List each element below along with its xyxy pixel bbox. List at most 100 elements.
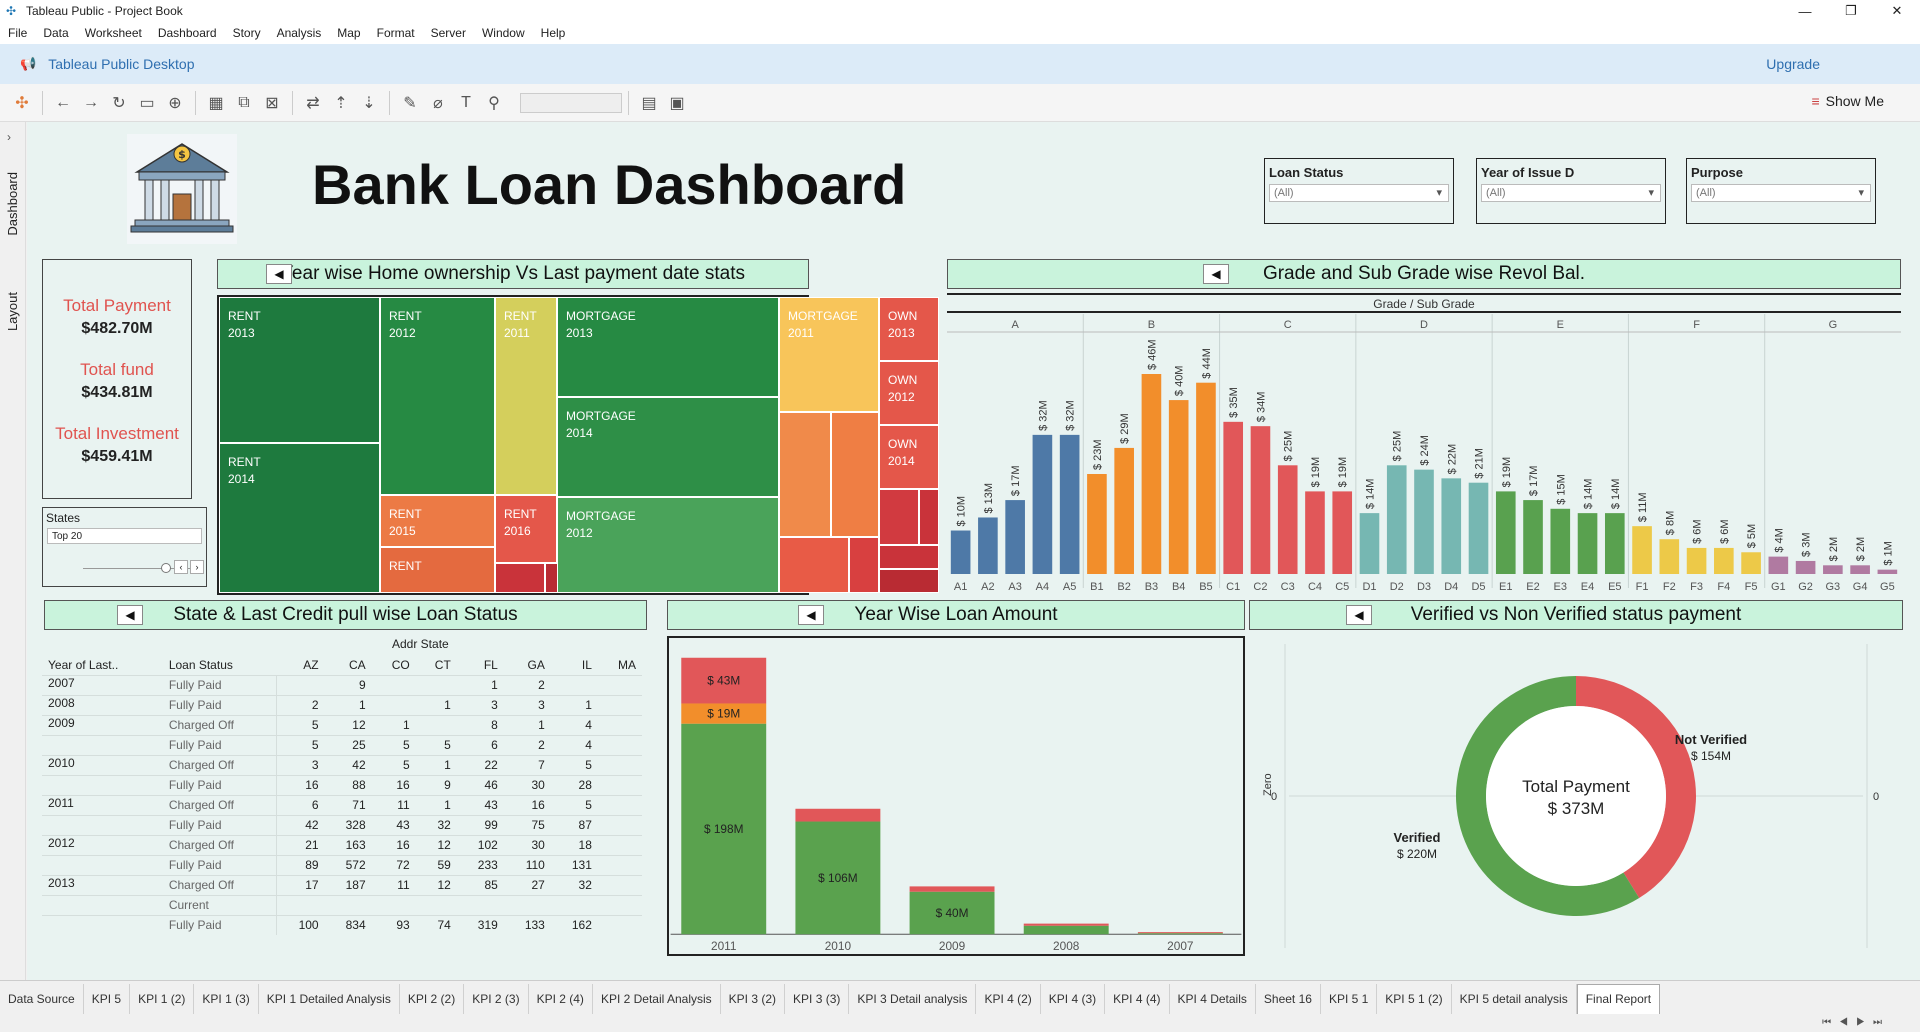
sheet-tab[interactable]: KPI 1 (2) (130, 983, 195, 1014)
treemap-cell[interactable]: RENT 2013 (219, 297, 380, 443)
show-cards-icon[interactable]: ▤ (635, 89, 663, 117)
close-icon[interactable]: ✕ (1874, 0, 1920, 22)
table-row[interactable]: 2012 Charged Off 21 163 16 12 102 30 18 (42, 834, 642, 855)
treemap-cell[interactable]: MORTGAGE 2011 (779, 297, 879, 412)
table-row[interactable]: 2011 Charged Off 6 71 11 1 43 16 5 (42, 794, 642, 815)
bar-E5[interactable] (1604, 513, 1625, 574)
bar-F1[interactable] (1632, 526, 1652, 574)
group-icon[interactable]: ⌀ (424, 89, 452, 117)
treemap-cell[interactable]: RENT 2014 (219, 443, 380, 593)
treemap-cell[interactable] (919, 489, 939, 545)
menu-file[interactable]: File (0, 26, 35, 40)
bar-B5[interactable] (1196, 382, 1216, 574)
sheet-tab[interactable]: KPI 2 Detail Analysis (593, 983, 721, 1014)
duplicate-sheet-icon[interactable]: ⧉ (230, 89, 258, 117)
bar-A4[interactable] (1032, 434, 1053, 574)
sheet-tab[interactable]: KPI 1 Detailed Analysis (259, 983, 400, 1014)
menu-story[interactable]: Story (225, 26, 269, 40)
sheet-tab[interactable]: KPI 3 (3) (785, 983, 850, 1014)
year-of-issue-select[interactable]: (All) (1481, 184, 1661, 202)
bar-segment-2010[interactable] (795, 808, 881, 822)
purpose-select[interactable]: (All) (1691, 184, 1871, 202)
bar-G2[interactable] (1795, 560, 1816, 574)
bar-E3[interactable] (1550, 508, 1571, 574)
bar-D5[interactable] (1468, 482, 1489, 574)
new-worksheet-icon[interactable]: ▦ (202, 89, 230, 117)
table-row[interactable]: 2008 Fully Paid 2 1 1 3 3 1 (42, 694, 642, 715)
labels-icon[interactable]: T (452, 89, 480, 117)
undo-icon[interactable]: ← (49, 89, 77, 117)
table-row[interactable]: Fully Paid 100 834 93 74 319 133 162 (42, 914, 642, 935)
filter-action-icon[interactable]: ◀ (266, 264, 292, 284)
sheet-tab[interactable]: KPI 2 (2) (400, 983, 465, 1014)
menu-data[interactable]: Data (35, 26, 76, 40)
treemap-cell[interactable]: RENT 2011 (495, 297, 557, 495)
bar-C3[interactable] (1277, 465, 1298, 574)
treemap-cell[interactable]: OWN 2012 (879, 361, 939, 425)
bar-D3[interactable] (1414, 469, 1434, 574)
menu-server[interactable]: Server (423, 26, 474, 40)
treemap-cell[interactable] (879, 545, 939, 569)
treemap-cell[interactable]: OWN 2014 (879, 425, 939, 489)
treemap-cell[interactable]: MORTGAGE 2014 (557, 397, 779, 497)
prev-value-icon[interactable]: ‹ (174, 560, 188, 574)
filter-action-icon[interactable]: ◀ (1346, 605, 1372, 625)
treemap-cell[interactable] (879, 489, 919, 545)
sheet-tab[interactable]: KPI 2 (4) (529, 983, 593, 1014)
bar-D4[interactable] (1441, 478, 1462, 574)
bar-A2[interactable] (978, 517, 998, 574)
bar-B1[interactable] (1087, 474, 1107, 574)
bar-G5[interactable] (1877, 569, 1898, 574)
states-filter-value[interactable]: Top 20 (47, 528, 202, 544)
bar-E1[interactable] (1495, 491, 1516, 574)
filter-action-icon[interactable]: ◀ (1203, 264, 1229, 284)
sheet-tab[interactable]: Final Report (1576, 983, 1661, 1014)
bar-E2[interactable] (1523, 500, 1543, 574)
show-me-button[interactable]: ≡ Show Me (1811, 93, 1884, 109)
sheet-tab[interactable]: KPI 5 1 (1321, 983, 1378, 1014)
treemap-cell[interactable] (779, 412, 831, 537)
sort-desc-icon[interactable]: ⇣ (355, 89, 383, 117)
bar-F5[interactable] (1741, 552, 1761, 574)
bar-G1[interactable] (1768, 556, 1789, 574)
bar-C1[interactable] (1223, 421, 1244, 574)
bar-G4[interactable] (1850, 565, 1870, 574)
bar-A3[interactable] (1005, 500, 1025, 574)
sort-asc-icon[interactable]: ⇡ (327, 89, 355, 117)
bar-C2[interactable] (1250, 426, 1271, 574)
menu-help[interactable]: Help (533, 26, 574, 40)
bar-segment-2009[interactable] (909, 886, 995, 892)
menu-map[interactable]: Map (329, 26, 368, 40)
treemap-cell[interactable]: OWN 2013 (879, 297, 939, 361)
bar-segment-2008[interactable] (1023, 923, 1109, 926)
table-row[interactable]: 2013 Charged Off 17 187 11 12 85 27 32 (42, 874, 642, 895)
treemap-cell[interactable]: MORTGAGE 2013 (557, 297, 779, 397)
dashboard-side-tab[interactable]: Dashboard (5, 172, 20, 236)
table-row[interactable]: Current (42, 894, 642, 915)
sheet-tab[interactable]: KPI 4 Details (1170, 983, 1256, 1014)
save-icon[interactable]: ▭ (133, 89, 161, 117)
treemap-cell[interactable] (495, 563, 545, 593)
bar-F3[interactable] (1686, 547, 1707, 574)
new-datasource-icon[interactable]: ⊕ (161, 89, 189, 117)
sheet-navigation-icons[interactable]: ⏮◀▶⏭ (1822, 1017, 1890, 1028)
sheet-tab[interactable]: KPI 4 (2) (976, 983, 1041, 1014)
replay-icon[interactable]: ↻ (105, 89, 133, 117)
bar-A1[interactable] (950, 530, 971, 574)
menu-window[interactable]: Window (474, 26, 533, 40)
sheet-tab[interactable]: KPI 3 (2) (721, 983, 786, 1014)
bar-B4[interactable] (1168, 400, 1189, 574)
sheet-tab[interactable]: KPI 2 (3) (464, 983, 529, 1014)
menu-analysis[interactable]: Analysis (269, 26, 330, 40)
bar-segment-2007[interactable] (1137, 933, 1223, 935)
filter-action-icon[interactable]: ◀ (117, 605, 143, 625)
fit-dropdown[interactable] (520, 92, 622, 113)
restore-icon[interactable]: ❐ (1828, 0, 1874, 22)
table-row[interactable]: Fully Paid 5 25 5 5 6 2 4 (42, 734, 642, 755)
filter-action-icon[interactable]: ◀ (798, 605, 824, 625)
treemap-cell[interactable]: RENT 2012 (380, 297, 495, 495)
table-row[interactable]: 2007 Fully Paid 9 1 2 (42, 674, 642, 695)
sheet-tab[interactable]: KPI 5 1 (2) (1377, 983, 1452, 1014)
treemap-cell[interactable]: RENT 2016 (495, 495, 557, 563)
bar-segment-2007[interactable] (1137, 932, 1223, 934)
